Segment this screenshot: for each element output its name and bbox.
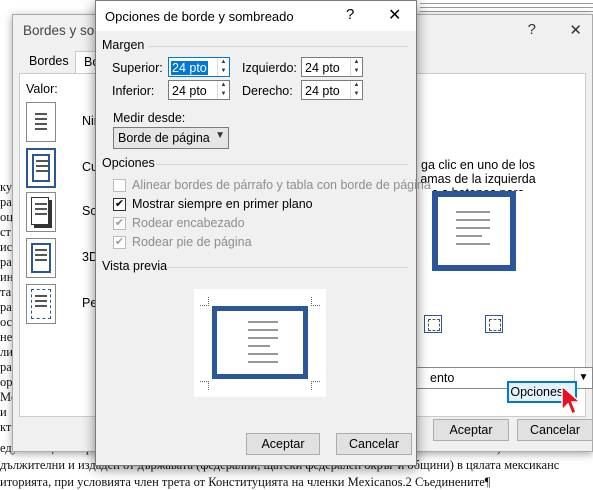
options-group-label: Opciones [102, 156, 155, 170]
stepper-arrows-icon[interactable]: ▲ ▼ [350, 58, 362, 76]
tab-borders[interactable]: Bordes [21, 51, 78, 73]
help-icon[interactable]: ? [346, 6, 354, 23]
measure-from-label: Medir desde: [113, 111, 186, 125]
setting-custom-icon[interactable] [26, 284, 56, 324]
left-margin-stepper[interactable]: 24 pto ▲ ▼ [301, 57, 363, 77]
border-options-dialog: Opciones de borde y sombreado ? ✕ Margen… [95, 0, 431, 466]
options-group-divider [156, 164, 408, 165]
document-fragment: ор [0, 375, 13, 389]
ok-button[interactable]: Aceptar [433, 419, 509, 441]
document-fragment: ра [0, 255, 12, 269]
right-margin-stepper[interactable]: 24 pto ▲ ▼ [301, 80, 363, 100]
cancel-button[interactable]: Cancelar [517, 419, 593, 441]
document-fragment: ра [0, 195, 12, 209]
document-fragment: и [0, 405, 7, 419]
chevron-down-icon: ▼ [215, 130, 225, 141]
top-margin-stepper[interactable]: 24 pto ▲ ▼ [168, 57, 230, 77]
dialog-titlebar: Opciones de borde y sombreado ? ✕ [96, 1, 416, 31]
stepper-arrows-icon[interactable]: ▲ ▼ [217, 81, 229, 99]
setting-box-icon[interactable] [26, 148, 56, 188]
bottom-margin-label: Inferior: [112, 84, 155, 98]
stepper-arrows-icon[interactable]: ▲ ▼ [350, 81, 362, 99]
left-margin-label: Izquierdo: [242, 61, 297, 75]
checkmark-icon[interactable]: ✔ [113, 198, 126, 211]
dialog-title: Opciones de borde y sombreado [105, 9, 294, 24]
back-preview-page [428, 191, 526, 283]
checkmark-icon[interactable]: ✔ [113, 217, 126, 230]
document-fragment: не [0, 330, 13, 344]
cancel-button[interactable]: Cancelar [336, 433, 412, 455]
preview-group-label: Vista previa [102, 259, 168, 273]
checkbox-unchecked-icon[interactable] [113, 179, 126, 192]
bottom-margin-stepper[interactable]: 24 pto ▲ ▼ [168, 80, 230, 100]
close-icon[interactable]: ✕ [569, 21, 582, 39]
left-border-toggle-icon[interactable] [424, 315, 442, 333]
help-icon[interactable]: ? [528, 21, 536, 38]
document-fragment: ли [0, 345, 13, 359]
margin-group-label: Margen [102, 38, 145, 52]
document-line-3: иторията, при условията член трета от Ко… [0, 475, 491, 489]
setting-shadow-icon[interactable] [26, 192, 56, 232]
right-border-toggle-icon[interactable] [485, 315, 503, 333]
margin-group-divider [148, 46, 408, 47]
document-fragment: ис [0, 240, 13, 254]
document-fragment: ра [0, 300, 12, 314]
setting-none-icon[interactable] [26, 102, 56, 142]
measure-from-value: Borde de página [118, 131, 210, 145]
measure-from-select[interactable]: Borde de página ▼ [113, 127, 229, 149]
stepper-arrows-icon[interactable]: ▲ ▼ [217, 58, 229, 76]
document-fragment: ос [0, 315, 13, 329]
mouse-cursor-icon [561, 384, 582, 416]
right-margin-label: Derecho: [242, 84, 293, 98]
close-icon[interactable]: ✕ [388, 5, 401, 25]
document-fragment: та [0, 285, 12, 299]
document-fragment: оц [0, 210, 13, 224]
preview-border-box [212, 306, 308, 379]
preview-page [194, 289, 326, 397]
document-ruler-top [420, 0, 593, 14]
setting-label: Valor: [26, 82, 58, 96]
document-fragment: ку [0, 180, 13, 194]
apply-to-value: ento [430, 371, 455, 385]
document-fragment: кт [0, 420, 12, 434]
document-fragment: ст [0, 225, 12, 239]
checkmark-icon[interactable]: ✔ [113, 236, 126, 249]
ok-button[interactable]: Aceptar [246, 433, 320, 455]
setting-3d-icon[interactable] [26, 238, 56, 278]
top-margin-label: Superior: [112, 61, 163, 75]
document-fragment: ра [0, 360, 12, 374]
preview-group-divider [166, 267, 408, 268]
